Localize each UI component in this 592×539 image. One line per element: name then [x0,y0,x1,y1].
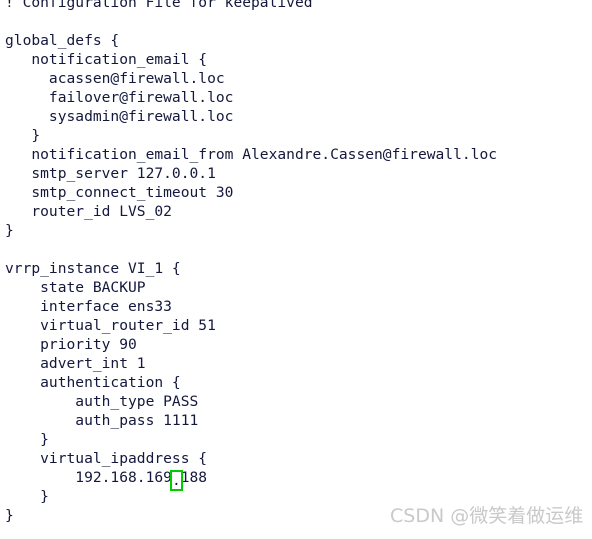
code-line-with-cursor: 192.168.169.188 [5,468,592,491]
code-line: smtp_server 127.0.0.1 [5,165,216,182]
code-line: global_defs { [5,32,120,49]
code-line: notification_email { [5,51,208,68]
code-line: virtual_ipaddress { [5,450,208,467]
code-line: smtp_connect_timeout 30 [5,184,234,201]
code-line: sysadmin@firewall.loc [5,108,234,125]
code-line: advert_int 1 [5,355,146,372]
code-line: virtual_router_id 51 [5,317,216,334]
virtual-ip-prefix: 192.168.169 [5,469,172,486]
code-line: acassen@firewall.loc [5,70,225,87]
code-line: interface ens33 [5,298,172,315]
code-line: } [5,222,14,239]
code-line: router_id LVS_02 [5,203,172,220]
code-line: ! Configuration File for keepalived [5,0,313,11]
code-line: } [5,127,41,144]
text-cursor-box[interactable]: . [169,470,183,491]
code-line: authentication { [5,374,181,391]
virtual-ip-suffix: 188 [180,469,208,486]
code-text-area[interactable]: ! Configuration File for keepalived glob… [0,0,592,525]
config-file-screenshot: ! Configuration File for keepalived glob… [0,0,592,539]
code-line: failover@firewall.loc [5,89,234,106]
csdn-watermark: CSDN @微笑着做运维 [390,505,584,527]
code-line: state BACKUP [5,279,146,296]
code-line: } [5,431,49,448]
code-line: notification_email_from Alexandre.Cassen… [5,146,498,163]
code-line: auth_pass 1111 [5,412,199,429]
code-line: auth_type PASS [5,393,199,410]
code-line: priority 90 [5,336,137,353]
code-line: vrrp_instance VI_1 { [5,260,181,277]
